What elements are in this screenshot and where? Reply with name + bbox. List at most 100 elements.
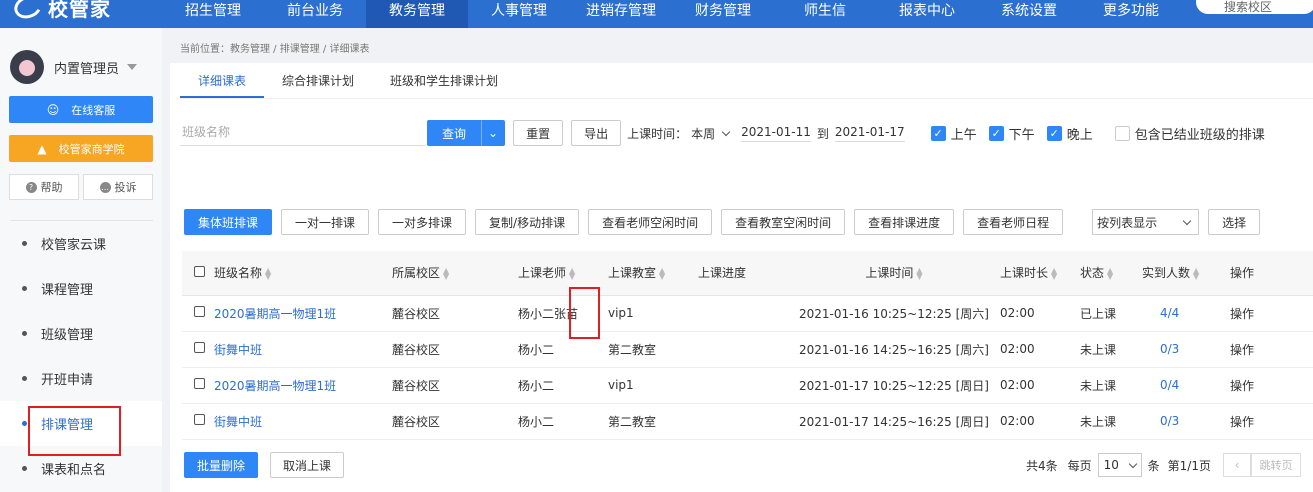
nav-more[interactable]: 更多功能 [1080, 0, 1182, 28]
campus-search-input[interactable]: 搜索校区 [1196, 0, 1313, 14]
complain-button[interactable]: … 投诉 [83, 174, 153, 200]
sidebar-item-cloud-course[interactable]: 校管家云课 [0, 221, 162, 266]
col-operation: 操作 [1230, 251, 1313, 296]
sort-icon: ▲ ▼ [265, 265, 272, 281]
nav-messages[interactable]: 师生信 [774, 0, 876, 28]
per-page-select[interactable]: 10 [1097, 453, 1142, 477]
app-logo[interactable]: 校管家 [11, 0, 111, 23]
col-room[interactable]: 上课教室 ▲ ▼ [608, 251, 698, 296]
teacher-calendar-button[interactable]: 查看老师日程 [963, 209, 1064, 235]
row-checkbox[interactable] [194, 306, 205, 317]
pagination: 共4条 每页 10 条 第1/1页 ‹ 跳转页 [1026, 451, 1301, 479]
room-cell: vip1 [608, 295, 698, 332]
row-checkbox[interactable] [194, 342, 205, 353]
evening-checkbox[interactable]: ✓ [1046, 125, 1062, 141]
period-select[interactable]: 本周 [691, 125, 731, 142]
reset-button[interactable]: 重置 [513, 120, 564, 146]
table-row: 2020暑期高一物理1班 麓谷校区 杨小二张苗 vip1 2021-01-16 … [182, 295, 1313, 332]
class-name-link[interactable]: 2020暑期高一物理1班 [214, 307, 336, 321]
main-content: 当前位置：教务管理 / 排课管理 / 详细课表 详细课表 综合排课计划 班级和学… [162, 28, 1313, 492]
include-ended-checkbox[interactable] [1114, 125, 1130, 141]
operation-menu[interactable]: 操作 [1230, 403, 1313, 440]
sidebar-item-class-management[interactable]: 班级管理 [0, 311, 162, 356]
nav-finance[interactable]: 财务管理 [672, 0, 774, 28]
teacher-cell: 杨小二 [518, 403, 608, 440]
nav-inventory[interactable]: 进销存管理 [570, 0, 672, 28]
morning-checkbox[interactable]: ✓ [930, 125, 946, 141]
afternoon-checkbox[interactable]: ✓ [988, 125, 1004, 141]
sort-icon: ▲ ▼ [1107, 265, 1114, 281]
previous-page-button[interactable]: ‹ [1223, 453, 1251, 477]
tab-detailed-schedule[interactable]: 详细课表 [180, 63, 265, 98]
export-button[interactable]: 导出 [571, 120, 622, 146]
group-class-schedule-button[interactable]: 集体班排课 [184, 209, 273, 235]
schedule-progress-button[interactable]: 查看排课进度 [854, 209, 955, 235]
tab-overall-plan[interactable]: 综合排课计划 [264, 63, 372, 98]
nav-academic[interactable]: 教务管理 [366, 0, 468, 28]
per-page-unit: 条 [1147, 458, 1160, 473]
room-cell: 第二教室 [608, 331, 698, 368]
class-name-link[interactable]: 街舞中班 [214, 415, 262, 429]
col-class-name[interactable]: 班级名称 ▲ ▼ [214, 251, 392, 296]
cancel-class-button[interactable]: 取消上课 [270, 452, 345, 478]
sidebar-item-course-management[interactable]: 课程管理 [0, 266, 162, 311]
col-duration[interactable]: 上课时长 ▲ ▼ [1000, 251, 1080, 296]
col-status[interactable]: 状态 ▲ ▼ [1080, 251, 1142, 296]
tab-class-student-plan[interactable]: 班级和学生排课计划 [372, 63, 516, 98]
class-time-label: 上课时间： [627, 126, 688, 141]
select-all-checkbox[interactable] [194, 265, 205, 277]
search-dropdown-button[interactable]: ⌄ [481, 120, 506, 146]
user-menu[interactable]: 内置管理员 [10, 50, 138, 84]
date-to-input[interactable]: 2021-01-17 [834, 125, 905, 142]
class-name-input[interactable]: 班级名称 [180, 120, 425, 146]
one-on-one-schedule-button[interactable]: 一对一排课 [281, 209, 370, 235]
sort-icon: ▲ ▼ [569, 265, 576, 281]
nav-recruit[interactable]: 招生管理 [162, 0, 264, 28]
attendance-link[interactable]: 0/3 [1160, 342, 1179, 356]
operation-menu[interactable]: 操作 [1230, 331, 1313, 368]
row-checkbox[interactable] [194, 378, 205, 389]
nav-frontdesk[interactable]: 前台业务 [264, 0, 366, 28]
attendance-link[interactable]: 4/4 [1160, 306, 1179, 320]
sort-icon: ▲ ▼ [659, 265, 666, 281]
academy-button[interactable]: ▲ 校管家商学院 [9, 135, 153, 162]
annotation-highlight-menu [28, 406, 121, 456]
class-name-link[interactable]: 街舞中班 [214, 343, 262, 357]
room-free-time-button[interactable]: 查看教室空闲时间 [721, 209, 846, 235]
row-checkbox[interactable] [194, 414, 205, 425]
user-name: 内置管理员 [54, 61, 120, 77]
operation-menu[interactable]: 操作 [1230, 367, 1313, 404]
operation-menu[interactable]: 操作 [1230, 295, 1313, 332]
help-button[interactable]: ? 帮助 [9, 174, 79, 200]
room-cell: vip1 [608, 367, 698, 404]
message-icon: … [99, 181, 111, 193]
select-columns-button[interactable]: 选择 [1208, 209, 1261, 235]
evening-label: 晚上 [1066, 127, 1093, 143]
action-toolbar: 集体班排课 一对一排课 一对多排课 复制/移动排课 查看老师空闲时间 查看教室空… [184, 208, 1313, 236]
date-to-label: 到 [816, 126, 829, 141]
date-from-input[interactable]: 2021-01-11 [741, 125, 811, 142]
schedule-table: 班级名称 ▲ ▼ 所属校区 ▲ ▼ 上课老师 ▲ ▼ 上课教室 ▲ ▼ 上课进度 上课时间 ▲ ▼ … [182, 251, 1313, 440]
batch-delete-button[interactable]: 批量删除 [184, 452, 259, 478]
teacher-free-time-button[interactable]: 查看老师空闲时间 [588, 209, 713, 235]
logo-icon [11, 0, 45, 23]
duration-cell: 02:00 [1000, 295, 1080, 332]
sidebar-item-class-application[interactable]: 开班申请 [0, 356, 162, 401]
view-mode-value: 按列表显示 [1097, 215, 1158, 230]
col-campus[interactable]: 所属校区 ▲ ▼ [392, 251, 518, 296]
nav-settings[interactable]: 系统设置 [978, 0, 1080, 28]
search-button[interactable]: 查询 [427, 120, 482, 146]
online-service-button[interactable]: ☺ 在线客服 [9, 96, 153, 123]
attendance-link[interactable]: 0/3 [1160, 414, 1179, 428]
col-attendance[interactable]: 实到人数 ▲ ▼ [1142, 251, 1230, 296]
nav-reports[interactable]: 报表中心 [876, 0, 978, 28]
jump-page-button[interactable]: 跳转页 [1251, 453, 1301, 477]
col-time[interactable]: 上课时间 ▲ ▼ [788, 251, 1000, 296]
attendance-link[interactable]: 0/4 [1160, 378, 1179, 392]
class-name-link[interactable]: 2020暑期高一物理1班 [214, 379, 336, 393]
nav-hr[interactable]: 人事管理 [468, 0, 570, 28]
copy-move-schedule-button[interactable]: 复制/移动排课 [475, 209, 580, 235]
view-mode-select[interactable]: 按列表显示 [1092, 209, 1200, 235]
one-to-many-schedule-button[interactable]: 一对多排课 [378, 209, 467, 235]
sidebar-item-label: 校管家云课 [41, 238, 107, 253]
